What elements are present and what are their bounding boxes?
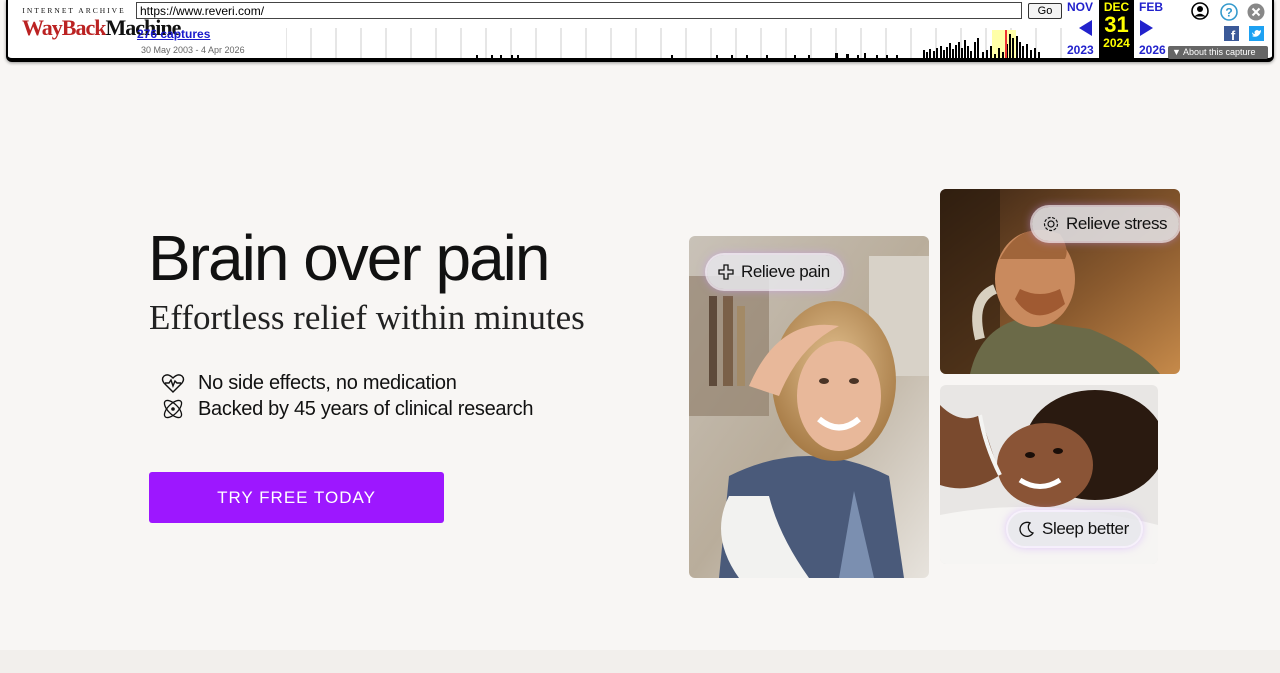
prev-month-link[interactable]: NOV [1067, 0, 1093, 14]
current-day: 31 [1104, 12, 1129, 37]
sleep-better-pill: Sleep better [1008, 512, 1141, 546]
about-capture-button[interactable]: ▼ About this capture [1168, 46, 1268, 59]
caret-down-icon: ▼ [1172, 47, 1181, 57]
pill-label: Relieve pain [741, 262, 830, 281]
close-icon[interactable] [1247, 3, 1265, 21]
url-input[interactable] [136, 2, 1022, 19]
next-month-link[interactable]: FEB [1139, 0, 1163, 14]
facebook-icon[interactable]: f [1224, 26, 1239, 41]
relieve-stress-pill: Relieve stress [1032, 207, 1180, 241]
twitter-icon[interactable] [1249, 26, 1264, 41]
page-title: Brain over pain [148, 222, 550, 294]
page-subtitle: Effortless relief within minutes [149, 298, 585, 337]
capture-date-range: 30 May 2003 - 4 Apr 2026 [141, 45, 245, 55]
logo-internet-archive: INTERNET ARCHIVE [22, 6, 126, 15]
svg-text:f: f [1231, 28, 1236, 41]
feature-item: Backed by 45 years of clinical research [160, 396, 533, 422]
feature-text: No side effects, no medication [198, 371, 457, 394]
pill-label: Sleep better [1042, 519, 1129, 538]
next-arrow-icon[interactable] [1140, 20, 1153, 36]
go-button[interactable]: Go [1028, 3, 1062, 19]
user-icon[interactable] [1191, 2, 1209, 20]
logo-wordmark: WayBackMachine [22, 15, 181, 40]
next-section-edge [0, 650, 1280, 673]
current-capture-date: DEC 31 2024 [1099, 0, 1134, 60]
photo-relieve-pain: Relieve pain [689, 236, 929, 578]
wayback-toolbar: INTERNET ARCHIVE WayBackMachine Go 276 c… [6, 0, 1274, 62]
photo-relieve-stress: Relieve stress [940, 189, 1180, 374]
current-year: 2024 [1103, 36, 1130, 50]
capture-sparkline[interactable] [286, 28, 1063, 58]
relieve-pain-pill: Relieve pain [707, 255, 842, 289]
feature-text: Backed by 45 years of clinical research [198, 397, 534, 420]
wayback-logo[interactable]: INTERNET ARCHIVE WayBackMachine [22, 6, 181, 48]
feature-item: No side effects, no medication [160, 370, 457, 396]
moon-icon [1019, 521, 1035, 537]
try-free-button[interactable]: TRY FREE TODAY [149, 472, 444, 523]
help-icon[interactable]: ? [1220, 3, 1238, 21]
photo-sleep-better: Sleep better [940, 385, 1158, 564]
next-year-link[interactable]: 2026 [1139, 43, 1166, 57]
plus-icon [718, 264, 734, 280]
heartbeat-icon [161, 374, 185, 393]
svg-text:?: ? [1225, 6, 1232, 20]
captures-link[interactable]: 276 captures [137, 27, 210, 41]
flower-icon [1043, 216, 1059, 232]
prev-arrow-icon[interactable] [1079, 20, 1092, 36]
atom-icon [163, 399, 183, 419]
pill-label: Relieve stress [1066, 214, 1168, 233]
prev-year-link[interactable]: 2023 [1067, 43, 1094, 57]
about-capture-label: About this capture [1182, 47, 1256, 57]
